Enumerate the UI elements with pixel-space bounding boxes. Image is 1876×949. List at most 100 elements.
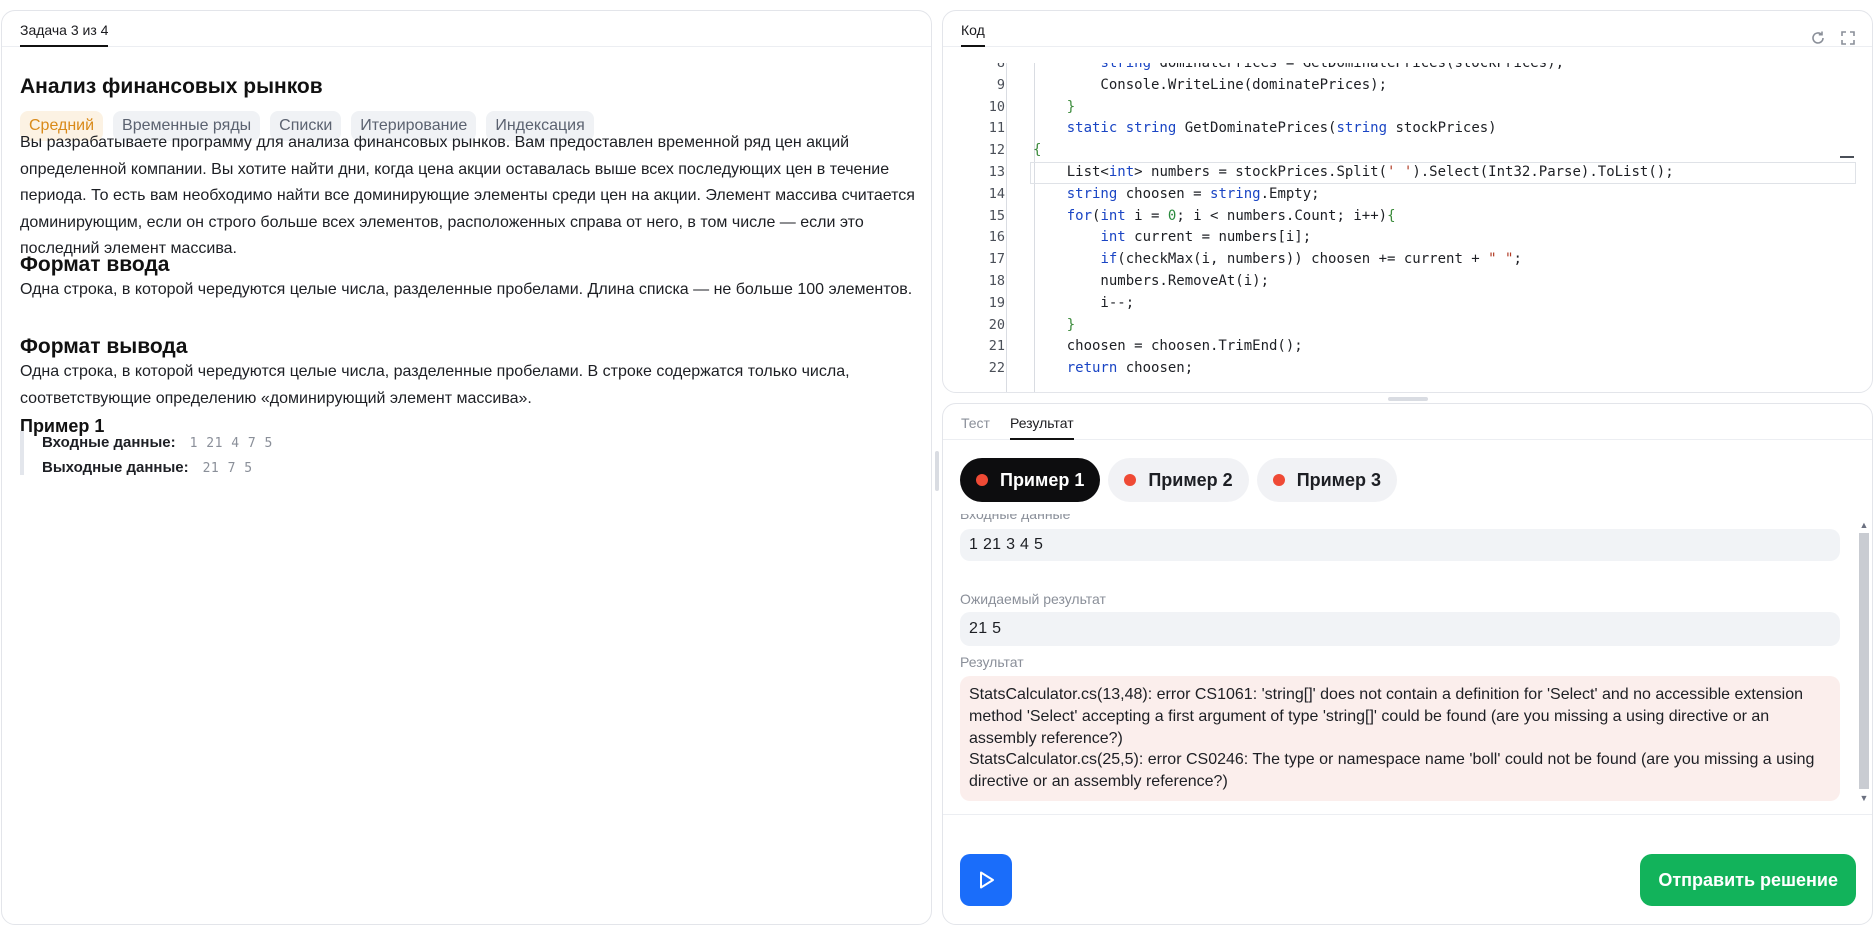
line-number: 20 bbox=[988, 316, 1005, 333]
result-panel: Тест Результат Пример 1 Пример 2 Пример … bbox=[942, 403, 1873, 925]
example-block: Входные данные: 1 21 4 7 5 Выходные данн… bbox=[20, 431, 520, 476]
line-number: 17 bbox=[988, 251, 1005, 268]
code-line[interactable]: 20 } bbox=[943, 315, 1856, 337]
example-pill-1[interactable]: Пример 1 bbox=[960, 458, 1101, 502]
code-line[interactable]: 12 { bbox=[943, 140, 1856, 162]
example-pill-2[interactable]: Пример 2 bbox=[1108, 458, 1249, 502]
scrollbar-thumb[interactable] bbox=[1859, 533, 1869, 789]
line-number: 8 bbox=[996, 63, 1005, 71]
fail-status-icon bbox=[1272, 474, 1285, 486]
code-text: if(checkMax(i, numbers)) choosen += curr… bbox=[1100, 251, 1522, 268]
code-text: numbers.RemoveAt(i); bbox=[1033, 273, 1270, 289]
code-text: for(int i = 0; i < numbers.Count; i++){ bbox=[1066, 207, 1396, 224]
fail-status-icon bbox=[976, 474, 988, 486]
code-editor[interactable]: 8 string dominatePrices = GetDominatePri… bbox=[943, 63, 1856, 392]
code-text: } bbox=[1066, 98, 1076, 115]
expected-result-value: 21 5 bbox=[960, 612, 1840, 646]
tab-code[interactable]: Код bbox=[961, 22, 985, 47]
line-number: 19 bbox=[988, 294, 1005, 311]
example-pill-label: Пример 1 bbox=[1000, 469, 1085, 490]
code-line[interactable]: 15 for(int i = 0; i < numbers.Count; i++… bbox=[943, 206, 1856, 228]
line-number: 15 bbox=[988, 207, 1005, 224]
line-number: 10 bbox=[988, 98, 1005, 115]
task-tabbar: Задача 3 из 4 bbox=[2, 11, 931, 47]
example-output-row: Выходные данные: 21 7 5 bbox=[42, 456, 520, 481]
code-line[interactable]: 14 string choosen = string.Empty; bbox=[943, 184, 1856, 206]
task-title: Анализ финансовых рынков bbox=[20, 75, 323, 98]
code-text: int current = numbers[i]; bbox=[1100, 229, 1312, 246]
line-number: 11 bbox=[988, 120, 1005, 137]
code-text: string choosen = string.Empty; bbox=[1066, 185, 1320, 202]
line-number: 18 bbox=[988, 273, 1005, 289]
result-tabbar: Тест Результат bbox=[943, 404, 1872, 440]
input-format-text: Одна строка, в которой чередуются целые … bbox=[20, 281, 913, 298]
code-text: { bbox=[1033, 142, 1042, 159]
code-text: Console.WriteLine(dominatePrices); bbox=[1033, 76, 1388, 93]
task-panel: Задача 3 из 4 Анализ финансовых рынков С… bbox=[1, 10, 932, 925]
code-line[interactable]: 9 Console.WriteLine(dominatePrices); bbox=[943, 75, 1856, 97]
example-pill-3[interactable]: Пример 3 bbox=[1256, 458, 1398, 502]
line-number: 14 bbox=[988, 185, 1005, 202]
run-button[interactable] bbox=[960, 854, 1012, 906]
code-text: } bbox=[1066, 316, 1076, 333]
example-pill-label: Пример 3 bbox=[1296, 469, 1382, 490]
code-text: string dominatePrices = GetDominatePrice… bbox=[1100, 63, 1565, 71]
submit-solution-button[interactable]: Отправить решение bbox=[1640, 854, 1856, 906]
footer-divider bbox=[943, 814, 1872, 815]
scroll-down-icon[interactable]: ▼ bbox=[1858, 792, 1870, 804]
line-number: 16 bbox=[988, 229, 1005, 246]
code-line[interactable]: 22 return choosen; bbox=[943, 358, 1856, 380]
code-line[interactable]: 16 int current = numbers[i]; bbox=[943, 227, 1856, 249]
result-label: Результат bbox=[960, 654, 1024, 670]
refresh-icon[interactable] bbox=[1808, 28, 1828, 48]
example-input-value: 1 21 4 7 5 bbox=[189, 436, 273, 451]
tab-test[interactable]: Тест bbox=[961, 415, 990, 439]
code-text: choosen = choosen.TrimEnd(); bbox=[1033, 338, 1303, 355]
code-line[interactable]: 18 numbers.RemoveAt(i); bbox=[943, 271, 1856, 293]
code-line[interactable]: 10 } bbox=[943, 97, 1856, 119]
example-pill-label: Пример 2 bbox=[1148, 469, 1233, 490]
tab-result[interactable]: Результат bbox=[1009, 415, 1074, 440]
horizontal-resize-handle[interactable] bbox=[1388, 397, 1428, 401]
error-line-2: StatsCalculator.cs(25,5): error CS0246: … bbox=[969, 751, 1815, 791]
output-format-heading: Формат вывода bbox=[20, 335, 188, 358]
result-scrollbar[interactable]: ▲ ▼ bbox=[1858, 519, 1870, 804]
example-input-label: Входные данные: bbox=[42, 434, 176, 451]
example-selector: Пример 1 Пример 2 Пример 3 bbox=[960, 458, 1398, 502]
input-data-value: 1 21 3 4 5 bbox=[960, 529, 1840, 561]
result-scroll-area[interactable]: Входные данные 1 21 3 4 5 Ожидаемый резу… bbox=[943, 514, 1872, 814]
code-text: return choosen; bbox=[1066, 360, 1194, 377]
expected-result-label: Ожидаемый результат bbox=[960, 591, 1106, 607]
code-text: static string GetDominatePrices(string s… bbox=[1066, 120, 1497, 137]
scroll-up-icon[interactable]: ▲ bbox=[1858, 519, 1870, 531]
code-line[interactable]: 21 choosen = choosen.TrimEnd(); bbox=[943, 336, 1856, 358]
error-line-1: StatsCalculator.cs(13,48): error CS1061:… bbox=[969, 686, 1804, 747]
code-line[interactable]: 19 i--; bbox=[943, 293, 1856, 315]
result-error-output: StatsCalculator.cs(13,48): error CS1061:… bbox=[960, 676, 1840, 801]
minimap-marker bbox=[1840, 156, 1854, 158]
line-number: 22 bbox=[988, 360, 1005, 377]
tab-task-progress[interactable]: Задача 3 из 4 bbox=[20, 22, 109, 47]
output-format-text: Одна строка, в которой чередуются целые … bbox=[20, 363, 850, 407]
code-line[interactable]: 13 List<int> numbers = stockPrices.Split… bbox=[943, 162, 1856, 184]
input-data-label: Входные данные bbox=[960, 514, 1071, 522]
line-number: 13 bbox=[988, 164, 1005, 180]
line-number: 12 bbox=[988, 142, 1005, 159]
code-line[interactable]: 17 if(checkMax(i, numbers)) choosen += c… bbox=[943, 249, 1856, 271]
fullscreen-icon[interactable] bbox=[1838, 28, 1858, 48]
vertical-resize-handle[interactable] bbox=[935, 451, 939, 491]
line-number: 21 bbox=[988, 338, 1005, 355]
task-description: Вы разрабатываете программу для анализа … bbox=[20, 134, 915, 257]
code-line[interactable]: 8 string dominatePrices = GetDominatePri… bbox=[943, 63, 1856, 75]
code-text: i--; bbox=[1033, 294, 1135, 311]
input-format-heading: Формат ввода bbox=[20, 253, 170, 276]
code-tabbar: Код bbox=[943, 11, 1872, 47]
example-output-label: Выходные данные: bbox=[42, 459, 189, 476]
line-number: 9 bbox=[996, 76, 1005, 93]
example-input-row: Входные данные: 1 21 4 7 5 bbox=[42, 431, 520, 456]
code-panel: Код 8 string dominatePrices = GetDominat… bbox=[942, 10, 1873, 393]
code-line[interactable]: 11 static string GetDominatePrices(strin… bbox=[943, 118, 1856, 140]
fail-status-icon bbox=[1124, 474, 1137, 486]
code-text: List<int> numbers = stockPrices.Split(' … bbox=[1033, 164, 1674, 180]
play-icon bbox=[980, 871, 994, 889]
